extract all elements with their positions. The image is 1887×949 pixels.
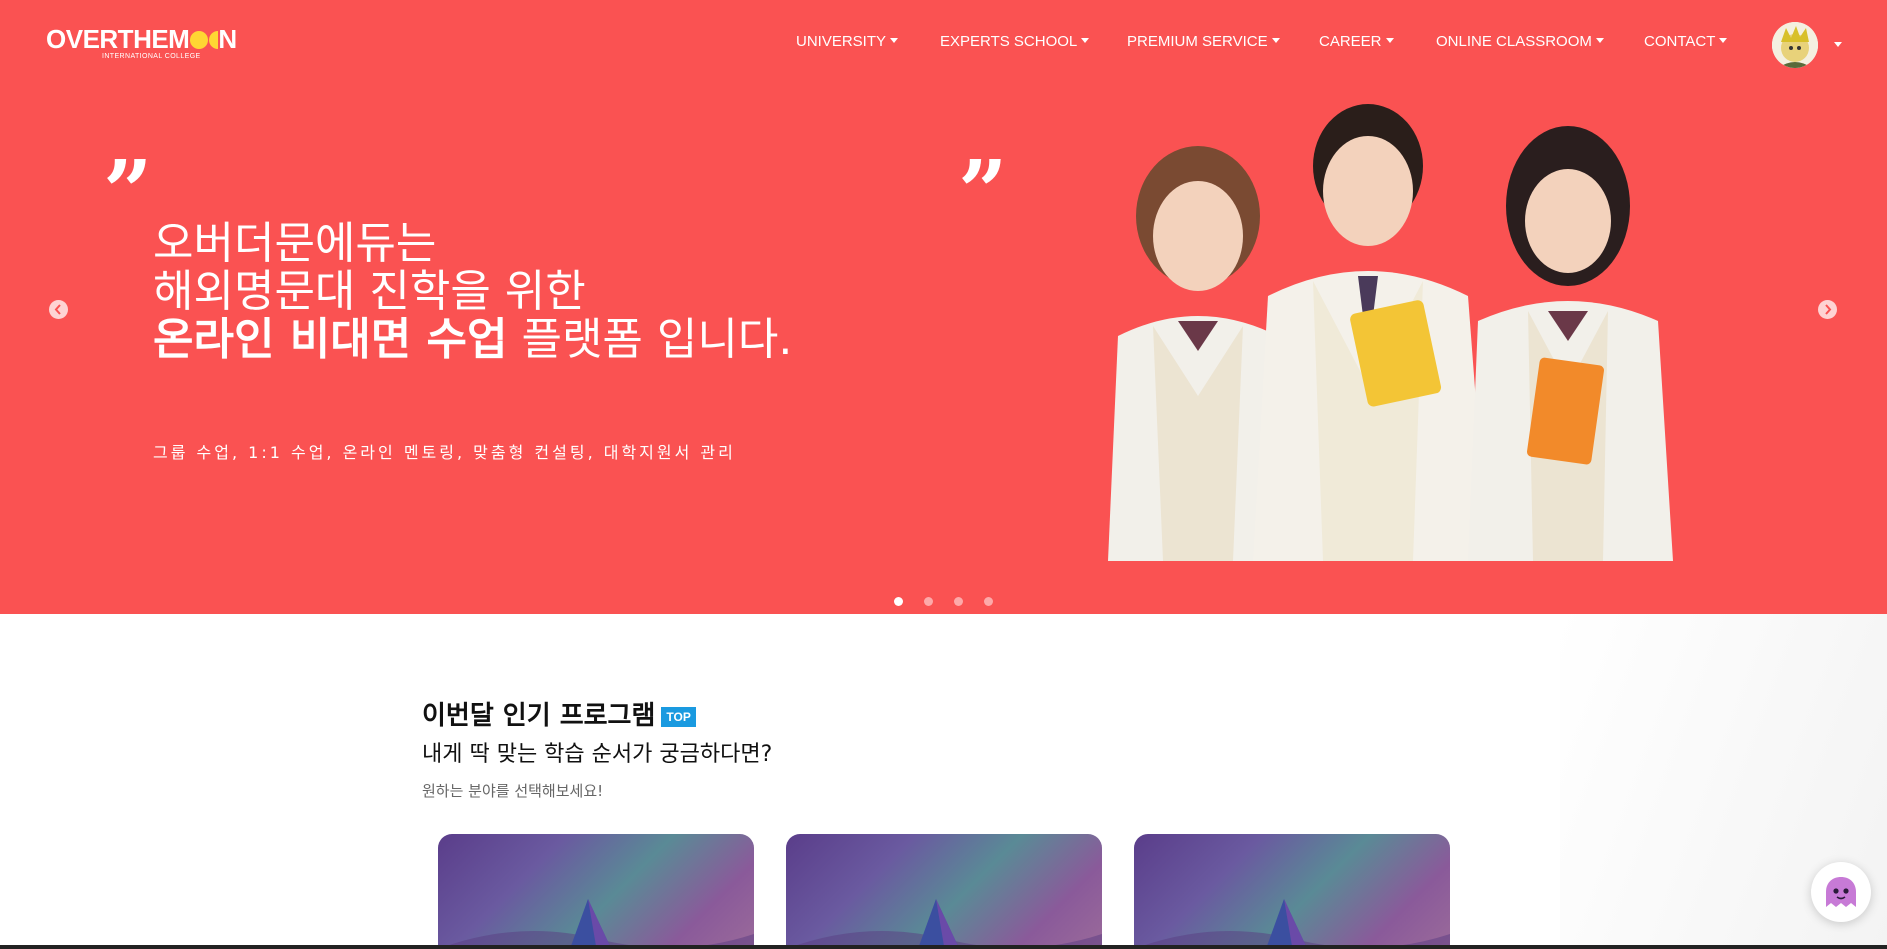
caret-down-icon [890, 38, 899, 43]
pyramid-illustration [1134, 899, 1450, 949]
carousel-dot-4[interactable] [984, 597, 993, 606]
caret-down-icon [1595, 38, 1604, 43]
section-subtitle: 내게 딱 맞는 학습 순서가 궁금하다면? [422, 742, 773, 767]
nav-experts-school[interactable]: EXPERTS SCHOOL [940, 33, 1090, 50]
pyramid-illustration [786, 899, 1102, 949]
hero-banner: OVERTHEM N INTERNATIONAL COLLEGE UNIVERSI… [0, 0, 1887, 614]
hero-services: 그룹 수업, 1:1 수업, 온라인 멘토링, 맞춤형 컨설팅, 대학지원서 관… [153, 443, 736, 462]
user-avatar[interactable] [1772, 22, 1818, 68]
nav-premium-service[interactable]: PREMIUM SERVICE [1127, 33, 1280, 50]
headline-line-2: 해외명문대 진학을 위한 [153, 266, 586, 317]
headline-rest: 플랫폼 입니다. [507, 314, 793, 365]
program-card-3[interactable] [1134, 834, 1450, 949]
open-quote-icon: ” [103, 142, 153, 243]
carousel-prev-button[interactable] [49, 300, 68, 319]
section-title: 이번달 인기 프로그램 TOP [422, 698, 772, 734]
chat-widget-button[interactable] [1811, 862, 1871, 922]
caret-down-icon [1081, 38, 1090, 43]
chat-ghost-icon [1826, 877, 1856, 907]
nav-university[interactable]: UNIVERSITY [796, 33, 899, 50]
headline-bold: 온라인 비대면 수업 [153, 314, 508, 365]
caret-down-icon [1385, 38, 1394, 43]
bottom-bar [0, 945, 1887, 949]
chevron-right-icon [1825, 304, 1832, 315]
top-badge: TOP [661, 707, 696, 727]
close-quote-icon: ” [958, 142, 1008, 243]
popular-programs-section: 이번달 인기 프로그램 TOP 내게 딱 맞는 학습 순서가 궁금하다면? 원하는… [422, 698, 772, 801]
program-card-1[interactable] [438, 834, 754, 949]
logo-subtitle: INTERNATIONAL COLLEGE [101, 53, 201, 60]
user-menu-caret-icon[interactable] [1834, 42, 1842, 47]
nav-contact[interactable]: CONTACT [1644, 33, 1728, 50]
caret-down-icon [1271, 38, 1280, 43]
nav-online-classroom[interactable]: ONLINE CLASSROOM [1436, 33, 1604, 50]
nav-career[interactable]: CAREER [1319, 33, 1394, 50]
caret-down-icon [1719, 38, 1728, 43]
main-navigation: UNIVERSITY EXPERTS SCHOOL PREMIUM SERVIC… [0, 33, 1887, 53]
headline-line-3: 온라인 비대면 수업 플랫폼 입니다. [153, 316, 792, 364]
students-photo [1108, 104, 1673, 561]
program-card-2[interactable] [786, 834, 1102, 949]
headline-line-1: 오버더문에듀는 [153, 218, 437, 269]
carousel-next-button[interactable] [1818, 300, 1837, 319]
chevron-left-icon [54, 304, 61, 315]
section-description: 원하는 분야를 선택해보세요! [422, 782, 604, 800]
carousel-dot-3[interactable] [954, 597, 963, 606]
carousel-dot-1[interactable] [894, 597, 903, 606]
pyramid-illustration [438, 899, 754, 949]
hero-headline: 오버더문에듀는 해외명문대 진학을 위한 온라인 비대면 수업 플랫폼 입니다. [153, 220, 792, 364]
carousel-dot-2[interactable] [924, 597, 933, 606]
